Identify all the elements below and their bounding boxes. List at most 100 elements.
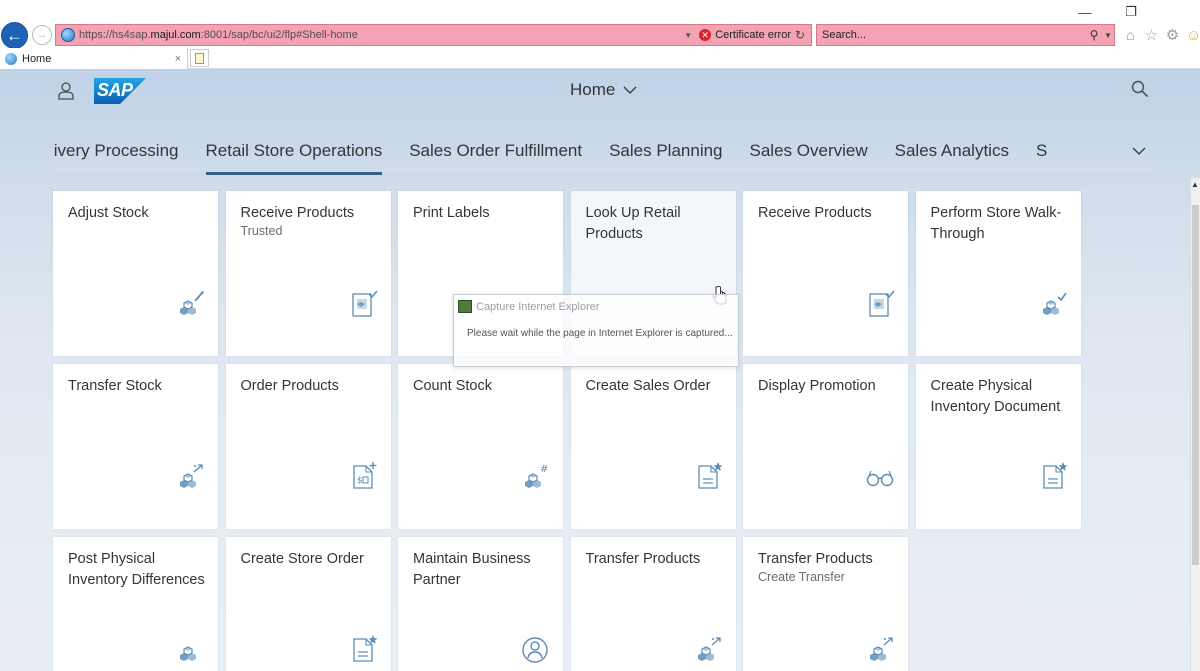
search-icon[interactable]: ⚲ xyxy=(1086,28,1102,42)
tile-order-products[interactable]: Order Products $ xyxy=(225,364,391,529)
tab-favicon-icon xyxy=(5,52,17,65)
tile-transfer-products[interactable]: Transfer Products xyxy=(570,537,736,671)
tile-title: Maintain Business Partner xyxy=(413,551,531,588)
browser-toolbar: ⌂ ☆ ⚙ ☺ xyxy=(1122,25,1200,45)
tile-subtitle: Trusted xyxy=(240,224,283,238)
url-prefix: https://hs4sap. xyxy=(79,29,151,41)
anchor-item-sales-order-fulfillment[interactable]: Sales Order Fulfillment xyxy=(409,133,582,175)
tile-title: Transfer Stock xyxy=(68,378,162,394)
tile-title: Display Promotion xyxy=(758,378,876,394)
anchor-items: livery Processing Retail Store Operations… xyxy=(53,133,1065,175)
scrollbar-thumb[interactable] xyxy=(1192,205,1199,565)
capture-dialog: Capture Internet Explorer Please wait wh… xyxy=(453,294,739,367)
tile-transfer-stock[interactable]: Transfer Stock xyxy=(53,364,218,529)
document-star-icon xyxy=(352,635,377,662)
tile-receive-products[interactable]: Receive Products Trusted xyxy=(225,191,391,356)
shell-title: Home xyxy=(570,80,616,99)
address-url[interactable]: https://hs4sap.majul.com:8001/sap/bc/ui2… xyxy=(79,29,681,41)
gear-icon[interactable]: ⚙ xyxy=(1164,25,1181,45)
shell-title-button[interactable]: Home xyxy=(570,80,637,100)
address-dropdown-icon[interactable]: ▼ xyxy=(681,31,695,40)
anchor-navigation-bar: livery Processing Retail Store Operations… xyxy=(53,133,1153,175)
tile-title: Print Labels xyxy=(413,205,490,221)
minimize-icon[interactable]: — xyxy=(1062,0,1108,24)
cubes-arrows-icon xyxy=(697,637,721,661)
close-window-icon[interactable] xyxy=(1154,0,1200,24)
refresh-icon[interactable]: ↻ xyxy=(791,28,809,42)
cubes-arrows-icon xyxy=(870,637,893,661)
fiori-launchpad: SAP Home livery Processing Retail Store O… xyxy=(0,69,1200,671)
sap-logo-text: SAP xyxy=(97,80,133,100)
document-check-icon xyxy=(869,290,895,317)
tile-count-stock[interactable]: Count Stock # xyxy=(398,364,563,529)
document-star-icon xyxy=(697,462,722,489)
tile-title: Perform Store Walk-Through xyxy=(930,205,1062,242)
tile-subtitle: Create Transfer xyxy=(758,570,845,584)
search-icon[interactable] xyxy=(1131,80,1149,98)
chevron-down-icon[interactable] xyxy=(1131,143,1147,159)
address-bar[interactable]: https://hs4sap.majul.com:8001/sap/bc/ui2… xyxy=(55,24,812,46)
tile-create-physical-inventory-document[interactable]: Create Physical Inventory Document xyxy=(915,364,1081,529)
browser-search-box[interactable]: ⚲ ▼ xyxy=(816,24,1115,46)
document-check-icon xyxy=(351,290,378,317)
anchor-item-retail-store-operations[interactable]: Retail Store Operations xyxy=(205,133,382,175)
certificate-error-icon[interactable]: ✕ xyxy=(699,29,712,41)
anchor-item-s[interactable]: S xyxy=(1036,133,1047,175)
home-icon[interactable]: ⌂ xyxy=(1122,25,1139,45)
url-suffix: :8001/sap/bc/ui2/flp#Shell-home xyxy=(200,29,358,41)
user-icon[interactable] xyxy=(56,81,76,101)
shell-header: SAP Home xyxy=(0,69,1200,113)
favorites-star-icon[interactable]: ☆ xyxy=(1143,25,1160,45)
forward-button[interactable]: → xyxy=(32,25,52,45)
browser-tab-title: Home xyxy=(22,52,52,65)
tile-display-promotion[interactable]: Display Promotion xyxy=(743,364,908,529)
certificate-error-text[interactable]: Certificate error xyxy=(715,29,791,41)
scroll-up-arrow-icon[interactable]: ▲ xyxy=(1191,180,1200,190)
tile-title: Count Stock xyxy=(413,378,492,394)
anchor-item-sales-analytics[interactable]: Sales Analytics xyxy=(895,133,1009,175)
feedback-smiley-icon[interactable]: ☺ xyxy=(1185,25,1200,45)
tile-title: Create Sales Order xyxy=(585,378,711,394)
cubes-check-icon xyxy=(1042,292,1067,315)
tile-title: Transfer Products xyxy=(758,551,873,567)
tab-close-icon[interactable]: × xyxy=(171,53,185,65)
browser-search-input[interactable] xyxy=(822,29,1086,41)
arrow-right-icon: → xyxy=(36,29,48,41)
search-dropdown-icon[interactable]: ▼ xyxy=(1102,31,1114,40)
tile-receive-products[interactable]: Receive Products xyxy=(743,191,908,356)
restore-icon[interactable]: ❐ xyxy=(1108,0,1154,24)
browser-chrome: — ❐ ← → https://hs4sap.majul.com:8001/sa… xyxy=(0,0,1200,49)
cubes-arrows-icon xyxy=(180,464,203,488)
tile-create-store-order[interactable]: Create Store Order xyxy=(225,537,391,671)
tile-adjust-stock[interactable]: Adjust Stock xyxy=(53,191,218,356)
back-button[interactable]: ← xyxy=(1,22,28,49)
anchor-item-sales-overview[interactable]: Sales Overview xyxy=(750,133,868,175)
ie-favicon-icon xyxy=(61,28,75,42)
tile-create-sales-order[interactable]: Create Sales Order xyxy=(570,364,736,529)
tile-maintain-business-partner[interactable]: Maintain Business Partner xyxy=(398,537,563,671)
tile-title: Receive Products xyxy=(758,205,872,221)
tile-title: Create Store Order xyxy=(240,551,364,567)
anchor-item-livery-processing[interactable]: livery Processing xyxy=(53,133,179,175)
tile-title: Order Products xyxy=(240,378,339,394)
tile-transfer-products[interactable]: Transfer Products Create Transfer xyxy=(743,537,908,671)
person-circle-icon xyxy=(522,637,548,663)
tile-title: Look Up Retail Products xyxy=(585,205,681,242)
svg-text:#: # xyxy=(540,464,548,475)
anchor-item-sales-planning[interactable]: Sales Planning xyxy=(609,133,722,175)
capture-dialog-title: Capture Internet Explorer xyxy=(476,301,600,313)
glasses-icon xyxy=(866,470,894,487)
capture-dialog-message: Please wait while the page in Internet E… xyxy=(467,328,733,339)
browser-tab-home[interactable]: Home × xyxy=(0,48,188,69)
tile-title: Create Physical Inventory Document xyxy=(930,378,1061,415)
new-tab-icon xyxy=(195,52,204,64)
url-domain: majul.com xyxy=(150,29,201,41)
window-controls: — ❐ xyxy=(1062,0,1200,24)
new-tab-button[interactable] xyxy=(190,49,209,67)
tile-perform-store-walk-through[interactable]: Perform Store Walk-Through xyxy=(915,191,1081,356)
tile-post-physical-inventory-differences[interactable]: Post Physical Inventory Differences xyxy=(53,537,218,671)
tile-title: Adjust Stock xyxy=(68,205,149,221)
cubes-wand-icon xyxy=(180,291,204,315)
browser-tab-row: Home × xyxy=(0,48,1200,69)
tile-title: Post Physical Inventory Differences xyxy=(68,551,205,588)
